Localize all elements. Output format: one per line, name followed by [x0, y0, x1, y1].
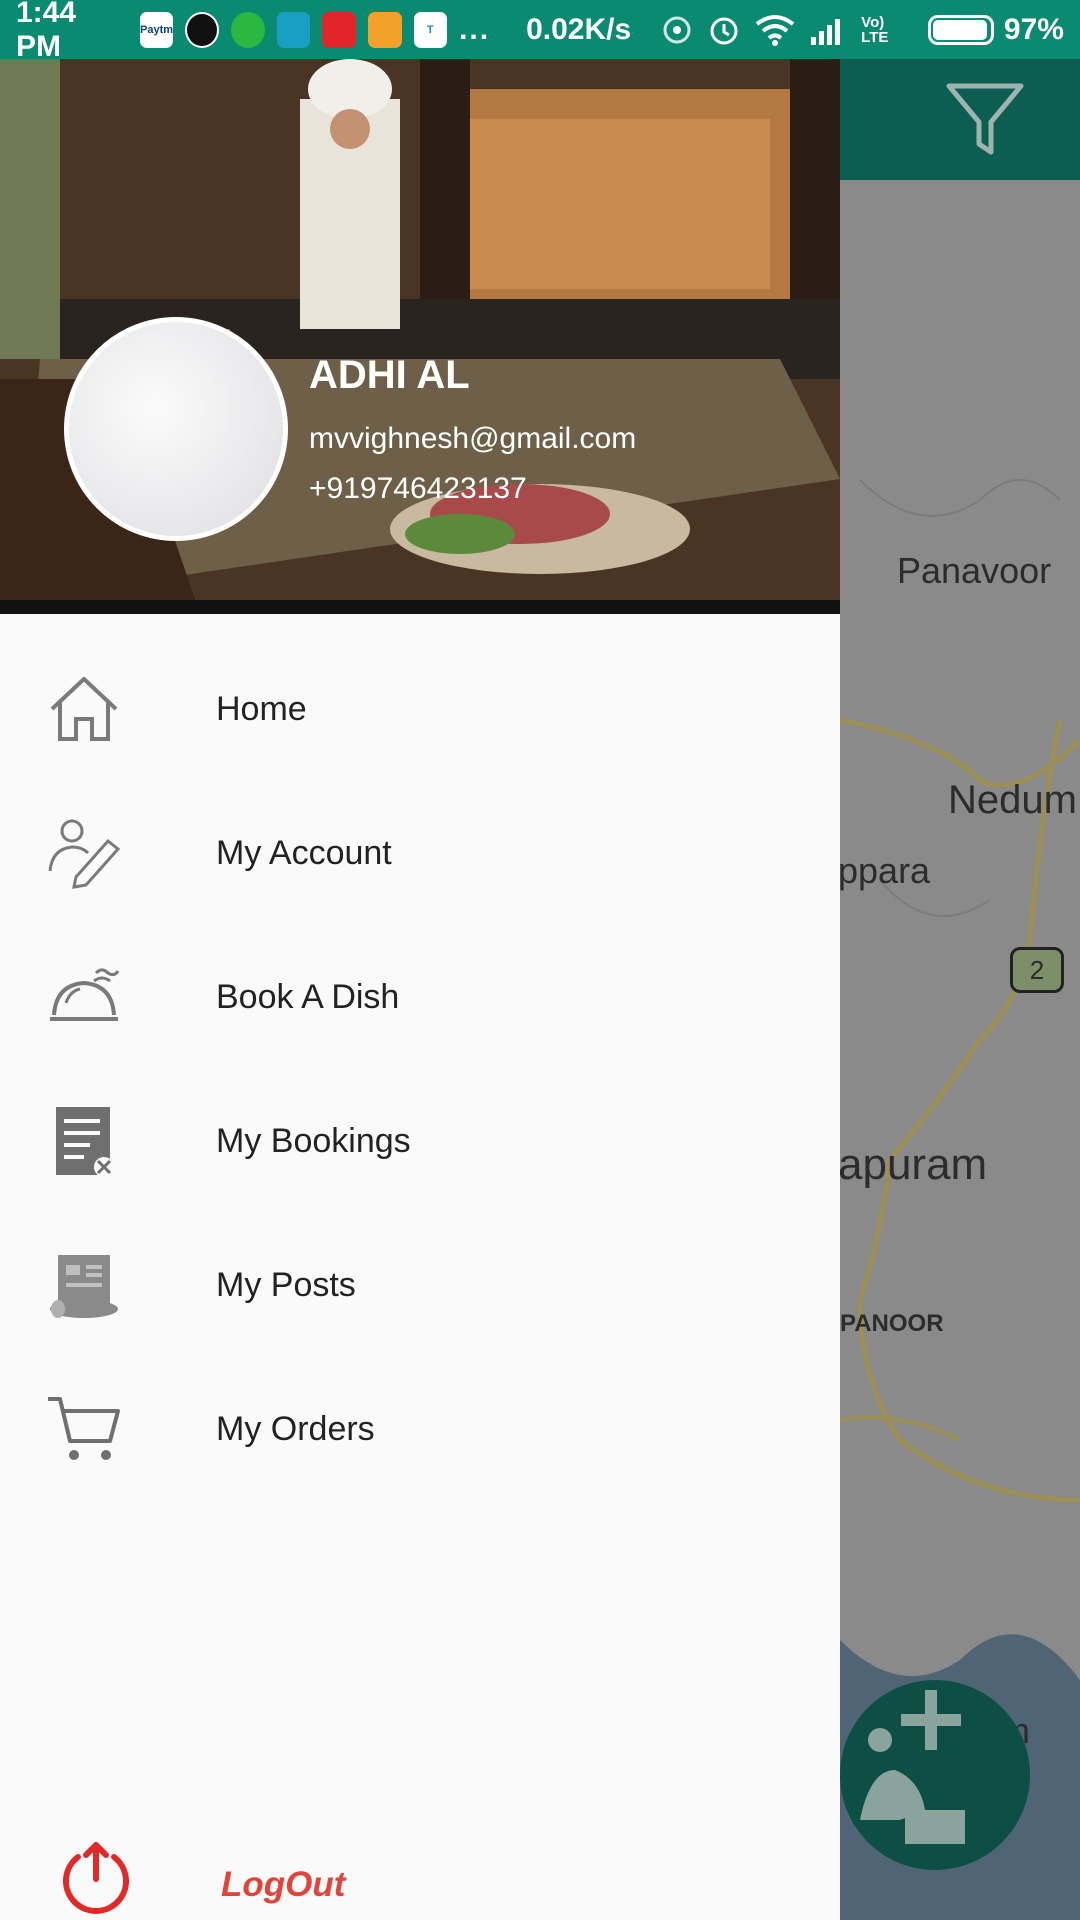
- account-edit-icon: [46, 815, 122, 891]
- profile-phone: +919746423137: [309, 472, 527, 505]
- menu-item-my-account[interactable]: My Account: [0, 781, 840, 925]
- map-label: apuram: [838, 1140, 988, 1189]
- sync-icon: [661, 14, 693, 46]
- status-bar: 1:44 PM Paytm T ... 0.02K/s Vo) LTE 97%: [0, 0, 1080, 63]
- volte-icon: Vo) LTE: [861, 13, 889, 46]
- menu-item-home[interactable]: Home: [0, 637, 840, 781]
- wifi-icon: [755, 14, 795, 46]
- menu-label: My Orders: [216, 1409, 375, 1448]
- network-speed: 0.02K/s: [526, 12, 632, 46]
- truecaller-icon: T: [413, 11, 448, 48]
- menu-item-my-orders[interactable]: My Orders: [0, 1357, 840, 1501]
- cloche-icon: [46, 959, 122, 1035]
- battery-icon: [927, 14, 994, 45]
- map-label: Nedum: [948, 778, 1077, 822]
- filter-icon[interactable]: [945, 80, 1025, 165]
- route-marker: 2: [1010, 947, 1064, 993]
- navigation-drawer: ADHI AL mvvighnesh@gmail.com +9197464231…: [0, 59, 840, 1920]
- menu-label: My Account: [216, 833, 392, 872]
- map-label: Panavoor: [897, 550, 1052, 591]
- more-notifications-icon: ...: [459, 12, 491, 46]
- menu-item-book-a-dish[interactable]: Book A Dish: [0, 925, 840, 1069]
- whatsapp-icon: [231, 11, 265, 48]
- logout-button[interactable]: LogOut: [0, 1819, 840, 1920]
- airtel-icon: [322, 11, 356, 48]
- app-icon: [276, 11, 311, 48]
- add-dish-fab[interactable]: [840, 1680, 1030, 1870]
- status-time: 1:44 PM: [16, 0, 77, 63]
- chat-icon: [367, 11, 402, 48]
- paytm-icon: Paytm: [139, 11, 174, 48]
- menu-label: Home: [216, 689, 307, 728]
- drawer-menu: Home My Account Book A Dish My Bookings …: [0, 637, 840, 1501]
- map-label: PANOOR: [840, 1310, 944, 1337]
- menu-item-my-bookings[interactable]: My Bookings: [0, 1069, 840, 1213]
- alarm-icon: [707, 13, 741, 47]
- menu-item-my-posts[interactable]: My Posts: [0, 1213, 840, 1357]
- avatar[interactable]: [64, 317, 288, 541]
- signal-icon: [809, 15, 847, 45]
- menu-label: Book A Dish: [216, 977, 400, 1016]
- profile-name: ADHI AL: [309, 353, 470, 397]
- header-divider: [0, 600, 840, 614]
- profile-email: mvvighnesh@gmail.com: [309, 422, 637, 455]
- cart-icon: [46, 1391, 122, 1467]
- battery-percent: 97%: [1003, 12, 1064, 46]
- posts-icon: [46, 1247, 122, 1323]
- home-icon: [46, 671, 122, 747]
- map-label: ppara: [838, 850, 931, 891]
- menu-label: My Posts: [216, 1265, 356, 1304]
- logout-label: LogOut: [221, 1865, 346, 1904]
- power-icon: [56, 1839, 136, 1920]
- menu-label: My Bookings: [216, 1121, 411, 1160]
- bookings-icon: [46, 1103, 122, 1179]
- drawer-header: ADHI AL mvvighnesh@gmail.com +9197464231…: [0, 59, 840, 614]
- phonepe-icon: [185, 11, 220, 48]
